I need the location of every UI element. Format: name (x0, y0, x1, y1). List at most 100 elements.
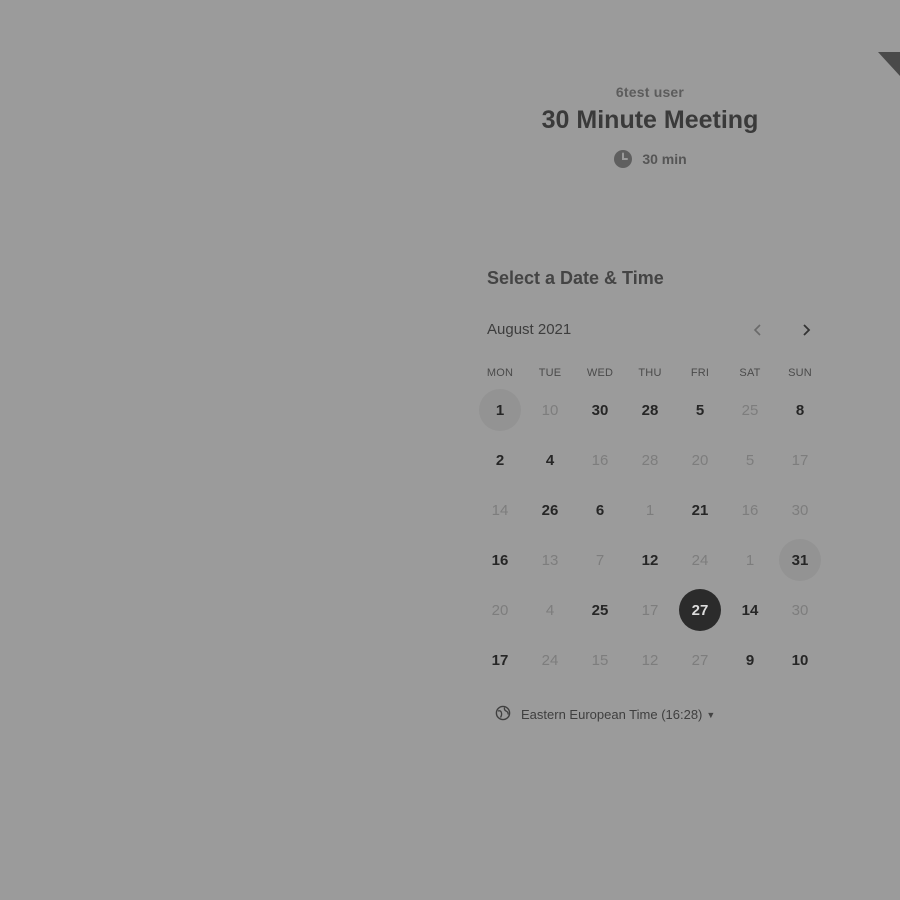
chevron-right-icon (803, 324, 811, 336)
calendar-day[interactable]: 26 (525, 485, 575, 535)
calendar-day: 14 (475, 485, 525, 535)
calendar-day-label: 12 (641, 551, 659, 569)
weekday-header: MON TUE WED THU FRI SAT SUN (475, 367, 825, 385)
calendar-day: 7 (575, 535, 625, 585)
event-title: 30 Minute Meeting (541, 106, 759, 134)
weekday-sat: SAT (739, 367, 761, 379)
calendar-day: 13 (525, 535, 575, 585)
calendar-day: 5 (725, 435, 775, 485)
calendar-day-label: 8 (795, 401, 805, 419)
calendar-day[interactable]: 12 (625, 535, 675, 585)
calendar-day-label: 4 (545, 601, 555, 619)
calendar-day[interactable]: 4 (525, 435, 575, 485)
month-label: August 2021 (487, 321, 572, 338)
calendar-day[interactable]: 5 (675, 385, 725, 435)
calendar-day[interactable]: 21 (675, 485, 725, 535)
calendar-day: 17 (775, 435, 825, 485)
calendar-day-label: 10 (791, 651, 809, 669)
calendar-day-label: 24 (541, 651, 559, 669)
globe-icon (495, 705, 511, 724)
calendar-day-selected[interactable]: 27 (675, 585, 725, 635)
calendar-day: 16 (575, 435, 625, 485)
calendar-day-label: 14 (741, 601, 759, 619)
calendar-day: 17 (625, 585, 675, 635)
calendar-day-label: 16 (491, 551, 509, 569)
calendar-day[interactable]: 25 (575, 585, 625, 635)
calendar-day: 24 (675, 535, 725, 585)
calendar-day: 30 (775, 585, 825, 635)
calendar-day-label: 24 (691, 551, 709, 569)
calendar-day[interactable]: 2 (475, 435, 525, 485)
calendar-day-label: 20 (691, 451, 709, 469)
calendar-day: 20 (475, 585, 525, 635)
calendar-day[interactable]: 31 (775, 535, 825, 585)
weekday-mon: MON (486, 367, 514, 379)
calendar-day: 20 (675, 435, 725, 485)
calendar-day-label: 25 (591, 601, 609, 619)
calendar-day-label: 17 (491, 651, 509, 669)
calendar-day: 1 (725, 535, 775, 585)
calendar-week: 17 24 15 12 27 9 10 (475, 635, 825, 685)
calendar-day-label: 15 (591, 651, 609, 669)
event-header: 6test user 30 Minute Meeting 30 min (500, 84, 800, 169)
calendar-day: 1 (625, 485, 675, 535)
weekday-fri: FRI (690, 367, 710, 379)
caret-down-icon: ▼ (706, 709, 716, 720)
calendar-day-label: 30 (791, 601, 809, 619)
calendar-day-label: 16 (591, 451, 609, 469)
calendar-week: 2 4 16 28 20 5 17 (475, 435, 825, 485)
calendar-day-label: 10 (541, 401, 559, 419)
weekday-thu: THU (638, 367, 662, 379)
calendar-day: 27 (675, 635, 725, 685)
calendar-day-label: 30 (591, 401, 609, 419)
calendar-day-label: 5 (695, 401, 705, 419)
calendar: MON TUE WED THU FRI SAT SUN 1 10 30 28 5 25 8 2 4 16 28 2… (475, 367, 825, 685)
calendar-day-label: 9 (745, 651, 755, 669)
event-duration: 30 min (500, 149, 800, 169)
calendar-day-label: 1 (645, 501, 655, 519)
previous-month-button[interactable] (746, 318, 770, 342)
calendar-day[interactable]: 10 (775, 635, 825, 685)
corner-ribbon (878, 52, 900, 76)
calendar-day[interactable]: 1 (475, 385, 525, 435)
timezone-selector[interactable]: Eastern European Time (16:28) ▼ (495, 705, 715, 724)
calendar-day-label: 1 (745, 551, 755, 569)
calendar-day-label: 30 (791, 501, 809, 519)
calendar-day[interactable]: 17 (475, 635, 525, 685)
calendar-day-label: 26 (541, 501, 559, 519)
calendar-week: 1 10 30 28 5 25 8 (475, 385, 825, 435)
calendar-day[interactable]: 16 (475, 535, 525, 585)
chevron-left-icon (753, 324, 761, 336)
calendar-day: 25 (725, 385, 775, 435)
calendar-day-label: 4 (545, 451, 555, 469)
next-month-button[interactable] (794, 318, 818, 342)
calendar-day-label: 12 (641, 651, 659, 669)
calendar-day: 12 (625, 635, 675, 685)
calendar-day[interactable]: 28 (625, 385, 675, 435)
calendar-day[interactable]: 9 (725, 635, 775, 685)
calendar-day: 15 (575, 635, 625, 685)
calendar-week: 20 4 25 17 27 14 30 (475, 585, 825, 635)
section-title: Select a Date & Time (487, 268, 664, 288)
calendar-day[interactable]: 14 (725, 585, 775, 635)
calendar-day-label: 6 (595, 501, 605, 519)
calendar-week: 14 26 6 1 21 16 30 (475, 485, 825, 535)
weekday-tue: TUE (538, 367, 562, 379)
calendar-day[interactable]: 8 (775, 385, 825, 435)
calendar-day: 4 (525, 585, 575, 635)
calendar-day-label: 21 (691, 501, 709, 519)
calendar-day-label: 25 (741, 401, 759, 419)
calendar-day-label: 17 (641, 601, 659, 619)
timezone-label: Eastern European Time (16:28) (521, 707, 703, 722)
calendar-day-label: 31 (779, 539, 821, 581)
calendar-day: 30 (775, 485, 825, 535)
calendar-day-label: 20 (491, 601, 509, 619)
calendar-day: 16 (725, 485, 775, 535)
calendar-day-label: 13 (541, 551, 559, 569)
calendar-day-label: 27 (691, 651, 709, 669)
calendar-day-label: 7 (595, 551, 605, 569)
calendar-day[interactable]: 30 (575, 385, 625, 435)
calendar-day-label: 2 (495, 451, 505, 469)
calendar-day-label: 16 (741, 501, 759, 519)
calendar-day[interactable]: 6 (575, 485, 625, 535)
